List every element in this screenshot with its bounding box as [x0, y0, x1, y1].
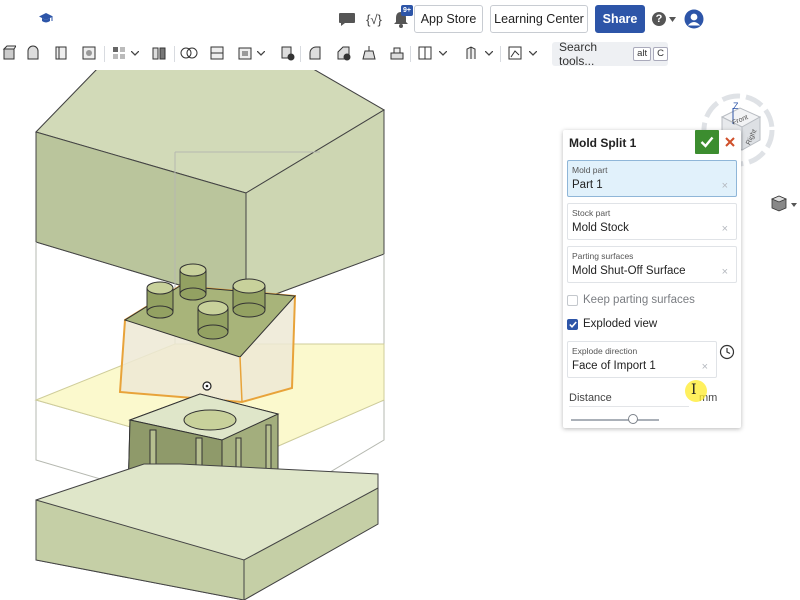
text-cursor-icon: I: [691, 382, 697, 398]
upper-mold-block[interactable]: [35, 70, 385, 306]
cancel-button[interactable]: [721, 132, 739, 152]
keep-parting-surfaces-checkbox[interactable]: [567, 294, 578, 306]
plane-tool-icon[interactable]: [416, 44, 434, 62]
check-icon: [568, 320, 577, 328]
mold-part-label: Mold part: [572, 165, 608, 175]
explode-direction-field[interactable]: Explode direction Face of Import 1 ×: [567, 341, 717, 378]
mold-part-value: Part 1: [572, 179, 603, 191]
close-icon: [725, 137, 735, 147]
distance-slider-track[interactable]: [571, 419, 659, 421]
clear-selection-icon[interactable]: ×: [702, 361, 708, 373]
shortcut-key-alt: alt: [633, 47, 652, 61]
exploded-view-checkbox[interactable]: [567, 318, 578, 330]
accept-button[interactable]: [695, 130, 719, 154]
help-label: ?: [655, 13, 663, 25]
help-icon: ?: [652, 12, 666, 26]
keep-parting-surfaces-row[interactable]: Keep parting surfaces: [567, 294, 695, 306]
chevron-down-icon: [669, 16, 676, 22]
clear-selection-icon[interactable]: ×: [722, 223, 728, 235]
help-menu[interactable]: ?: [651, 9, 677, 29]
stock-part-label: Stock part: [572, 208, 611, 218]
lower-mold-block[interactable]: [35, 463, 379, 600]
chevron-down-icon[interactable]: [484, 44, 494, 62]
search-tools-input[interactable]: Search tools... alt C: [552, 40, 668, 68]
parting-surfaces-label: Parting surfaces: [572, 251, 634, 261]
extrude-tool-icon[interactable]: [0, 44, 18, 62]
toolbar-divider: [104, 46, 105, 62]
chamfer-tool-icon[interactable]: [334, 44, 352, 62]
fillet-tool-icon[interactable]: [306, 44, 324, 62]
distance-slider-handle[interactable]: [627, 414, 638, 424]
pattern-tool-icon[interactable]: [110, 44, 128, 62]
toolbar-divider: [174, 46, 175, 62]
mirror-tool-icon[interactable]: [150, 44, 168, 62]
distance-label: Distance: [569, 392, 612, 404]
app-store-button[interactable]: App Store: [414, 5, 483, 33]
delete-part-tool-icon[interactable]: [278, 44, 296, 62]
explode-direction-label: Explode direction: [572, 346, 638, 356]
boolean-tool-icon[interactable]: [180, 44, 198, 62]
revolve-tool-icon[interactable]: [24, 44, 42, 62]
dialog-title: Mold Split 1: [569, 136, 637, 150]
mold-split-dialog: Mold Split 1 Mold part Part 1 × Stock pa…: [563, 130, 741, 428]
exploded-view-label: Exploded view: [583, 318, 658, 330]
view-cube-axis-z: Z: [733, 101, 739, 111]
flip-direction-icon[interactable]: [719, 344, 735, 360]
display-mode-icon[interactable]: [770, 195, 797, 212]
split-tool-icon[interactable]: [208, 44, 226, 62]
user-avatar-icon[interactable]: [684, 9, 704, 29]
check-icon: [700, 136, 714, 148]
mate-connector-tool-icon[interactable]: [462, 44, 480, 62]
shell-tool-icon[interactable]: [236, 44, 254, 62]
toolbar-divider: [300, 46, 301, 62]
top-bar: {√} 9+ App Store Learning Center Share ?: [0, 0, 800, 38]
mold-part-field[interactable]: Mold part Part 1 ×: [567, 160, 737, 197]
toolbar-divider: [500, 46, 501, 62]
parting-surfaces-field[interactable]: Parting surfaces Mold Shut-Off Surface ×: [567, 246, 737, 283]
clear-selection-icon[interactable]: ×: [722, 180, 728, 192]
exploded-view-row[interactable]: Exploded view: [567, 318, 657, 330]
feature-toolbar: Search tools... alt C: [0, 38, 800, 70]
toolbar-divider: [410, 46, 411, 62]
variables-label: {√}: [366, 11, 382, 27]
share-button[interactable]: Share: [595, 5, 645, 33]
chevron-down-icon[interactable]: [528, 44, 538, 62]
graduation-cap-icon[interactable]: [38, 10, 54, 26]
parting-surfaces-value: Mold Shut-Off Surface: [572, 265, 686, 277]
variables-icon[interactable]: {√}: [362, 9, 386, 29]
distance-input-underline[interactable]: [569, 406, 689, 407]
chevron-down-icon[interactable]: [130, 44, 140, 62]
shortcut-key-c: C: [653, 47, 668, 61]
loft-tool-icon[interactable]: [80, 44, 98, 62]
chevron-down-icon: [791, 203, 797, 207]
notification-count-badge: 9+: [401, 5, 413, 16]
comment-icon[interactable]: [337, 9, 357, 29]
explode-direction-value: Face of Import 1: [572, 360, 656, 372]
stock-part-field[interactable]: Stock part Mold Stock ×: [567, 203, 737, 240]
draft-tool-icon[interactable]: [360, 44, 378, 62]
rib-tool-icon[interactable]: [388, 44, 406, 62]
learning-center-button[interactable]: Learning Center: [490, 5, 588, 33]
measure-tool-icon[interactable]: [506, 44, 524, 62]
clear-selection-icon[interactable]: ×: [722, 266, 728, 278]
chevron-down-icon[interactable]: [438, 44, 448, 62]
chevron-down-icon[interactable]: [256, 44, 266, 62]
keep-parting-surfaces-label: Keep parting surfaces: [583, 294, 695, 306]
notification-bell-icon[interactable]: 9+: [391, 5, 413, 29]
stock-part-value: Mold Stock: [572, 222, 629, 234]
search-tools-label: Search tools...: [559, 40, 598, 68]
selection-point-marker[interactable]: [202, 381, 212, 391]
sweep-tool-icon[interactable]: [52, 44, 70, 62]
